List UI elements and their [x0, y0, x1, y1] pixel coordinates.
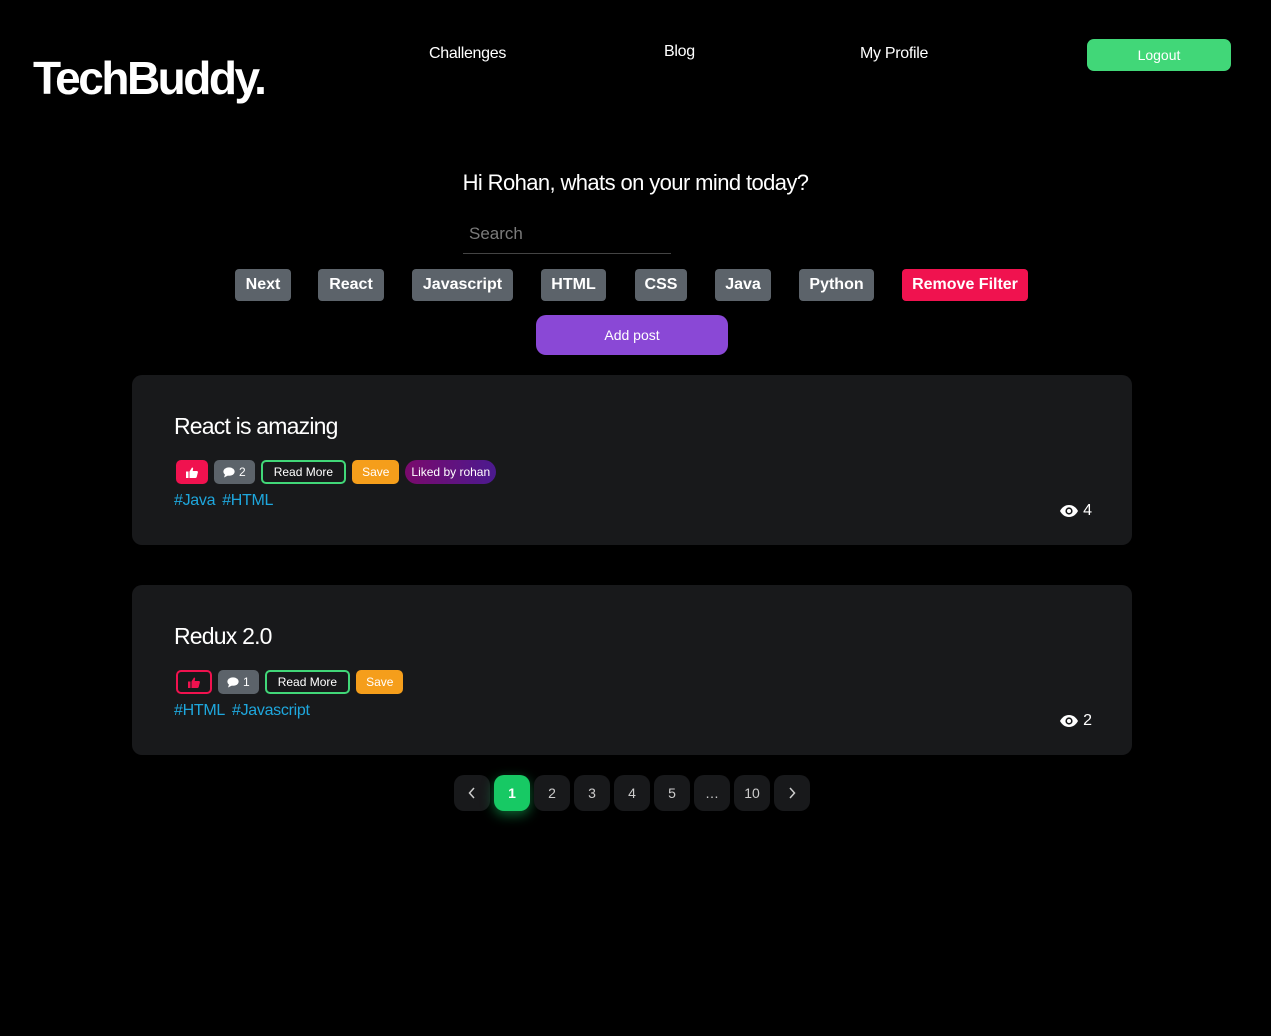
liked-by-badge: Liked by rohan: [405, 460, 497, 484]
save-button[interactable]: Save: [356, 670, 404, 694]
filter-java[interactable]: Java: [715, 269, 771, 301]
greeting-heading: Hi Rohan, whats on your mind today?: [462, 170, 809, 195]
post-title[interactable]: React is amazing: [174, 413, 338, 440]
save-button[interactable]: Save: [352, 460, 400, 484]
filter-javascript[interactable]: Javascript: [412, 269, 513, 301]
page-2-button[interactable]: 2: [534, 775, 570, 811]
post-card: React is amazing 2 Read More Save Liked …: [132, 375, 1132, 545]
hashtag[interactable]: #Javascript: [232, 702, 310, 720]
page-5-button[interactable]: 5: [654, 775, 690, 811]
comment-count: 1: [243, 675, 250, 689]
filter-react[interactable]: React: [318, 269, 384, 301]
post-hashtags: #Java #HTML: [174, 492, 273, 510]
filter-python[interactable]: Python: [799, 269, 874, 301]
post-title[interactable]: Redux 2.0: [174, 623, 272, 650]
page-3-button[interactable]: 3: [574, 775, 610, 811]
read-more-button[interactable]: Read More: [260, 460, 347, 484]
add-post-button[interactable]: Add post: [536, 315, 728, 355]
filter-next[interactable]: Next: [235, 269, 291, 301]
view-count-value: 2: [1083, 712, 1092, 729]
like-button[interactable]: [176, 670, 212, 694]
post-actions: 1 Read More Save: [176, 670, 404, 694]
view-count-value: 4: [1083, 502, 1092, 519]
view-count: 4: [1060, 502, 1092, 520]
pagination: 1 2 3 4 5 … 10: [454, 775, 810, 811]
chevron-left-icon: [468, 787, 475, 799]
comment-button[interactable]: 1: [218, 670, 259, 694]
comment-count: 2: [239, 465, 246, 479]
search-input[interactable]: [463, 214, 671, 254]
nav-challenges[interactable]: Challenges: [429, 45, 506, 63]
post-actions: 2 Read More Save Liked by rohan: [176, 460, 497, 484]
page-10-button[interactable]: 10: [734, 775, 770, 811]
eye-icon: [1060, 505, 1079, 517]
pagination-next-button[interactable]: [774, 775, 810, 811]
comment-button[interactable]: 2: [214, 460, 255, 484]
view-count: 2: [1060, 712, 1092, 730]
post-card: Redux 2.0 1 Read More Save #HTML #Javasc…: [132, 585, 1132, 755]
chevron-right-icon: [789, 787, 796, 799]
thumbs-up-icon: [186, 467, 198, 478]
remove-filter-button[interactable]: Remove Filter: [902, 269, 1028, 301]
nav-blog[interactable]: Blog: [664, 43, 695, 61]
comment-icon: [227, 676, 239, 687]
pagination-ellipsis[interactable]: …: [694, 775, 730, 811]
page-1-button[interactable]: 1: [494, 775, 530, 811]
pagination-prev-button[interactable]: [454, 775, 490, 811]
hashtag[interactable]: #Java: [174, 492, 216, 510]
thumbs-up-icon: [188, 677, 200, 688]
site-logo[interactable]: TechBuddy.: [33, 52, 267, 104]
nav-my-profile[interactable]: My Profile: [860, 45, 928, 63]
post-hashtags: #HTML #Javascript: [174, 702, 310, 720]
filter-css[interactable]: CSS: [635, 269, 687, 301]
eye-icon: [1060, 715, 1079, 727]
comment-icon: [223, 466, 235, 477]
like-button[interactable]: [176, 460, 208, 484]
hashtag[interactable]: #HTML: [174, 702, 225, 720]
filter-html[interactable]: HTML: [541, 269, 606, 301]
hashtag[interactable]: #HTML: [222, 492, 273, 510]
logout-button[interactable]: Logout: [1087, 39, 1231, 71]
read-more-button[interactable]: Read More: [264, 670, 351, 694]
page-4-button[interactable]: 4: [614, 775, 650, 811]
